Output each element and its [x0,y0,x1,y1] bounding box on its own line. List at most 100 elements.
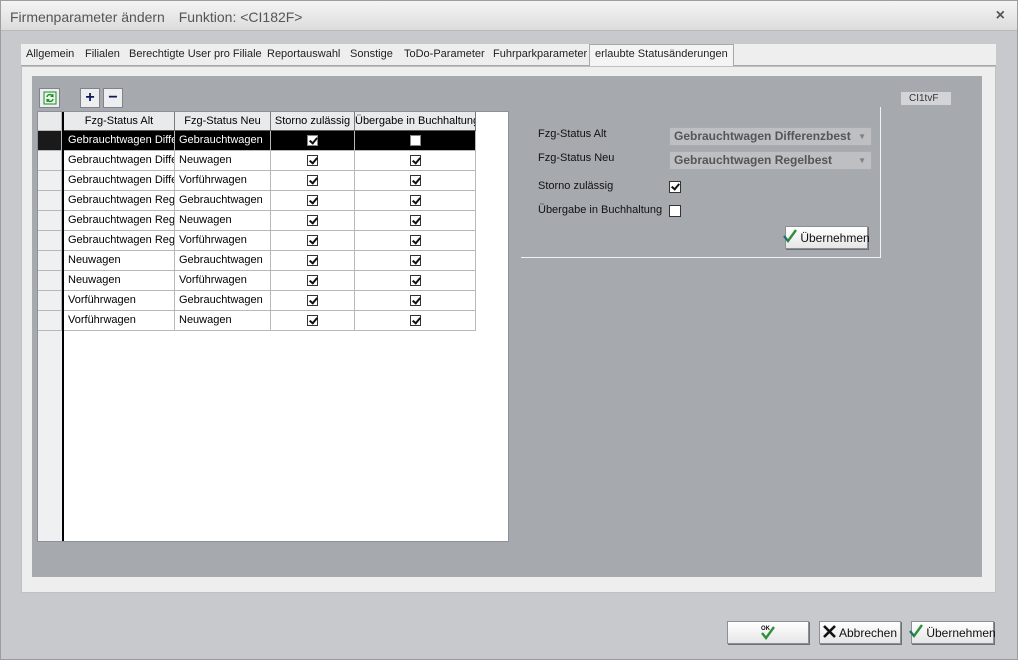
uebergabe-row-checkbox[interactable] [409,135,421,146]
uebergabe-row-checkbox[interactable] [409,275,421,286]
table-row[interactable]: Vorführwagen Gebrauchtwagen [64,291,476,311]
storno-row-checkbox[interactable] [307,295,318,306]
status-grid[interactable]: Fzg-Status Alt Fzg-Status Neu Storno zul… [37,111,509,542]
storno-row-checkbox[interactable] [307,255,318,266]
cell-status-alt[interactable]: Gebrauchtwagen Rege [64,191,175,210]
cell-status-alt[interactable]: Gebrauchtwagen Diffe [64,131,175,150]
row-indicator[interactable] [38,271,62,291]
cell-status-neu[interactable]: Gebrauchtwagen [175,291,271,310]
table-row[interactable]: Neuwagen Gebrauchtwagen [64,251,476,271]
cell-uebergabe [355,231,476,250]
row-indicator[interactable] [38,171,62,191]
table-row[interactable]: Vorführwagen Neuwagen [64,311,476,331]
status-alt-value: Gebrauchtwagen Differenzbest [674,129,851,143]
storno-checkbox[interactable] [669,181,681,193]
storno-row-checkbox[interactable] [307,135,318,146]
cell-status-alt[interactable]: Gebrauchtwagen Rege [64,211,175,230]
cell-status-alt[interactable]: Gebrauchtwagen Diffe [64,171,175,190]
uebergabe-row-checkbox[interactable] [409,175,421,186]
ok-button[interactable]: OK [727,621,809,644]
close-x-icon [823,624,836,641]
uebergabe-row-checkbox[interactable] [409,155,421,166]
row-indicator[interactable] [38,251,62,271]
tab-reportauswahl[interactable]: Reportauswahl [267,48,340,60]
dialog-window: Firmenparameter ändern Funktion: <CI182F… [0,0,1018,660]
status-neu-label: Fzg-Status Neu [538,152,615,164]
uebergabe-row-checkbox[interactable] [409,215,421,226]
cell-status-neu[interactable]: Gebrauchtwagen [175,251,271,270]
column-header-status-neu[interactable]: Fzg-Status Neu [175,112,271,130]
uebergabe-row-checkbox[interactable] [409,255,421,266]
check-icon [909,624,924,641]
tab-berechtigte-user[interactable]: Berechtigte User pro Filiale [129,48,262,60]
cell-status-neu[interactable]: Neuwagen [175,211,271,230]
row-indicator[interactable] [38,231,62,251]
storno-row-checkbox[interactable] [307,215,318,226]
uebergabe-checkbox[interactable] [669,205,681,217]
apply-label: Übernehmen [926,625,996,640]
row-indicator[interactable] [38,311,62,331]
uebergabe-label: Übergabe in Buchhaltung [538,204,663,216]
uebergabe-row-checkbox[interactable] [409,315,421,326]
status-neu-combo[interactable]: Gebrauchtwagen Regelbest ▼ [669,151,872,170]
tab-filialen[interactable]: Filialen [85,48,120,60]
uebergabe-row-checkbox[interactable] [409,295,421,306]
tab-todo-parameter[interactable]: ToDo-Parameter [404,48,485,60]
cell-status-neu[interactable]: Gebrauchtwagen [175,191,271,210]
column-header-uebergabe[interactable]: Übergabe in Buchhaltung [355,112,476,130]
column-header-status-alt[interactable]: Fzg-Status Alt [64,112,175,130]
cell-status-alt[interactable]: Neuwagen [64,271,175,290]
add-row-button[interactable]: + [80,88,100,108]
cell-storno [271,311,355,330]
cell-status-alt[interactable]: Vorführwagen [64,291,175,310]
table-row[interactable]: Gebrauchtwagen Diffe Gebrauchtwagen [64,131,476,151]
row-indicator-column [38,112,64,541]
check-icon [783,229,798,246]
cell-status-alt[interactable]: Gebrauchtwagen Diffe [64,151,175,170]
cell-uebergabe [355,191,476,210]
storno-row-checkbox[interactable] [307,175,318,186]
storno-row-checkbox[interactable] [307,275,318,286]
apply-button[interactable]: Übernehmen [909,621,996,644]
table-row[interactable]: Gebrauchtwagen Diffe Vorführwagen [64,171,476,191]
tab-erlaubte-statusaenderungen[interactable]: erlaubte Statusänderungen [589,44,734,66]
column-header-storno[interactable]: Storno zulässig [271,112,355,130]
tab-fuhrparkparameter[interactable]: Fuhrparkparameter [493,48,587,60]
cell-storno [271,131,355,150]
cell-status-neu[interactable]: Neuwagen [175,151,271,170]
tab-sonstige[interactable]: Sonstige [350,48,393,60]
row-indicator[interactable] [38,191,62,211]
storno-row-checkbox[interactable] [307,195,318,206]
storno-row-checkbox[interactable] [307,155,318,166]
cell-status-neu[interactable]: Neuwagen [175,311,271,330]
status-alt-combo[interactable]: Gebrauchtwagen Differenzbest ▼ [669,127,872,146]
table-row[interactable]: Gebrauchtwagen Diffe Neuwagen [64,151,476,171]
tab-allgemein[interactable]: Allgemein [26,48,74,60]
storno-row-checkbox[interactable] [307,235,318,246]
cell-status-neu[interactable]: Vorführwagen [175,171,271,190]
storno-row-checkbox[interactable] [307,315,318,326]
remove-row-button[interactable]: − [103,88,123,108]
cell-status-neu[interactable]: Vorführwagen [175,231,271,250]
row-indicator[interactable] [38,291,62,311]
table-row[interactable]: Gebrauchtwagen Rege Gebrauchtwagen [64,191,476,211]
cell-status-alt[interactable]: Gebrauchtwagen Rege [64,231,175,250]
close-icon[interactable]: × [996,7,1005,25]
detail-apply-button[interactable]: Übernehmen [783,226,870,249]
cell-status-neu[interactable]: Gebrauchtwagen [175,131,271,150]
refresh-button[interactable] [39,88,60,108]
table-row[interactable]: Gebrauchtwagen Rege Neuwagen [64,211,476,231]
row-indicator[interactable] [38,131,62,151]
cell-status-alt[interactable]: Vorführwagen [64,311,175,330]
row-indicator[interactable] [38,211,62,231]
uebergabe-row-checkbox[interactable] [409,235,421,246]
cell-status-alt[interactable]: Neuwagen [64,251,175,270]
table-row[interactable]: Gebrauchtwagen Rege Vorführwagen [64,231,476,251]
indicator-header [38,112,62,131]
uebergabe-row-checkbox[interactable] [409,195,421,206]
row-indicator[interactable] [38,151,62,171]
table-row[interactable]: Neuwagen Vorführwagen [64,271,476,291]
cell-status-neu[interactable]: Vorführwagen [175,271,271,290]
cancel-button[interactable]: Abbrechen [819,621,901,644]
cell-storno [271,231,355,250]
